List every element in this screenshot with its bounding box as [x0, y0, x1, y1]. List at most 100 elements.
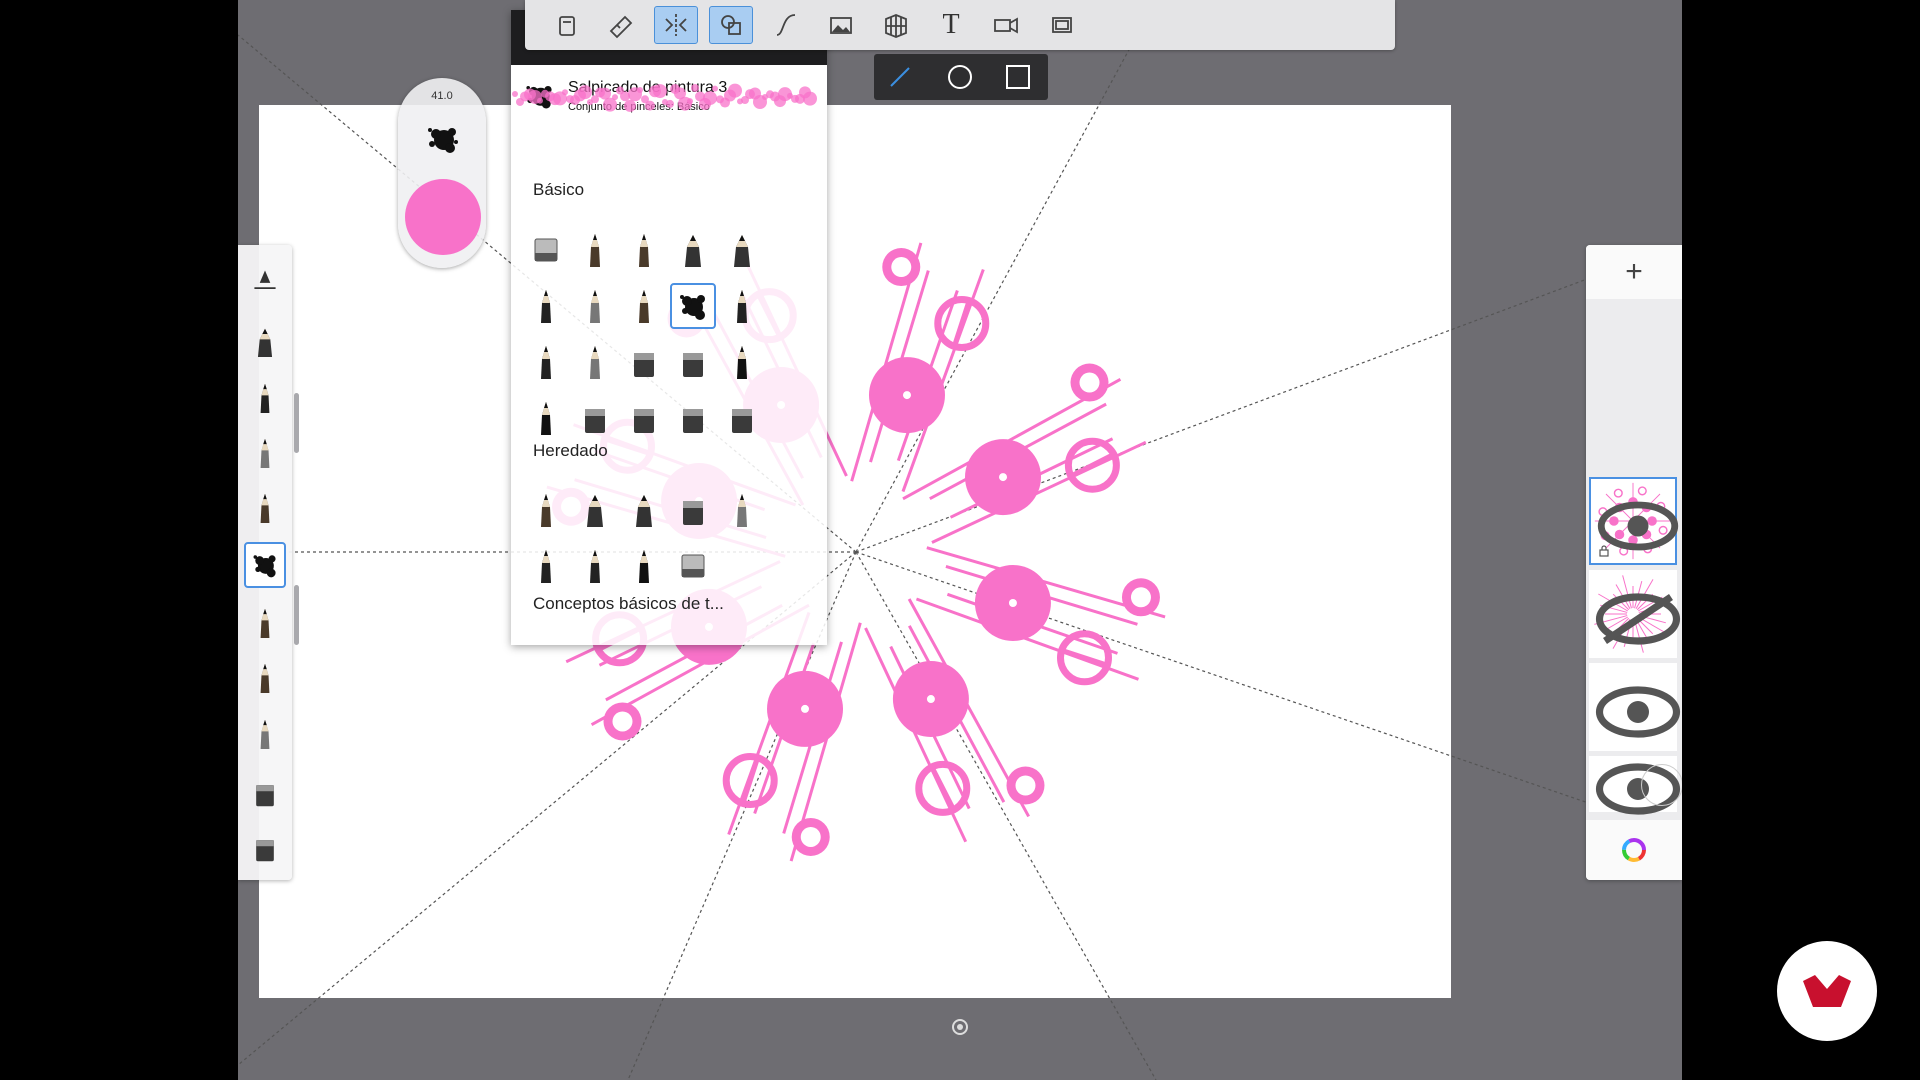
brush-item[interactable] — [670, 487, 716, 533]
shape-tool-button[interactable] — [709, 6, 753, 44]
brush-stroke-preview — [512, 83, 817, 112]
eye-icon[interactable] — [1594, 668, 1682, 756]
brush-item[interactable] — [670, 339, 716, 385]
background-color-dot — [1641, 764, 1682, 806]
app-workspace: 41.0 Biblioteca Configuración Salpicado … — [238, 0, 1682, 1080]
brush-item[interactable] — [719, 227, 765, 273]
favorite-brush-item[interactable] — [244, 430, 286, 476]
brush-icon — [541, 550, 551, 583]
layer-thumbnail-mandala[interactable] — [1589, 477, 1679, 565]
brush-icon — [541, 402, 551, 435]
lock-icon — [1599, 545, 1609, 557]
favorite-brush-item[interactable] — [244, 600, 286, 646]
brush-size-value[interactable]: 41.0 — [398, 90, 486, 102]
brush-item[interactable] — [670, 227, 716, 273]
brush-item[interactable] — [621, 283, 667, 329]
color-wheel-button[interactable] — [1586, 820, 1682, 880]
brush-item[interactable] — [523, 339, 569, 385]
strip-handle-top[interactable] — [294, 393, 299, 453]
brush-icon — [685, 235, 701, 267]
brush-item[interactable] — [670, 543, 716, 589]
brush-item[interactable] — [572, 283, 618, 329]
favorite-brush-item[interactable] — [244, 825, 286, 871]
line-icon — [890, 67, 910, 87]
brush-item[interactable] — [572, 543, 618, 589]
brush-icon — [680, 295, 705, 320]
brush-item[interactable] — [572, 487, 618, 533]
text-tool-button[interactable]: T — [929, 6, 973, 44]
brush-item[interactable] — [670, 395, 716, 441]
brush-item[interactable] — [523, 395, 569, 441]
eye-hidden-icon[interactable] — [1594, 575, 1682, 663]
brush-item[interactable] — [621, 395, 667, 441]
brush-section-title[interactable]: Conceptos básicos de t... — [533, 594, 724, 614]
layer-thumbnail-background[interactable] — [1589, 756, 1682, 815]
brush-icon — [734, 235, 750, 267]
brush-icon — [634, 409, 654, 433]
brush-item[interactable] — [621, 543, 667, 589]
brush-item[interactable] — [523, 283, 569, 329]
brush-icon — [585, 409, 605, 433]
brush-icon — [590, 234, 600, 267]
image-tool-button[interactable] — [819, 6, 863, 44]
brush-color-swatch[interactable] — [405, 179, 481, 255]
brush-item[interactable] — [621, 227, 667, 273]
curve-tool-button[interactable] — [764, 6, 808, 44]
brush-item[interactable] — [719, 487, 765, 533]
brush-icon — [260, 663, 270, 693]
brush-section-title[interactable]: Heredado — [533, 441, 608, 461]
favorite-brush-item[interactable] — [244, 711, 286, 757]
mandala-motif — [915, 546, 1166, 686]
brush-icon — [737, 346, 747, 379]
favorite-brush-item[interactable] — [244, 485, 286, 531]
brush-icon — [260, 383, 270, 413]
perspective-tool-button[interactable] — [874, 6, 918, 44]
layer-thumbnail-sketch[interactable] — [1589, 570, 1681, 658]
favorite-brush-item[interactable] — [244, 770, 286, 816]
brush-icon — [260, 719, 270, 749]
favorite-brush-item[interactable] — [244, 319, 286, 365]
slider-icon — [254, 270, 276, 290]
ruler-tool-button[interactable] — [599, 6, 643, 44]
brush-library-tool-button[interactable] — [545, 6, 589, 44]
brush-item[interactable] — [572, 339, 618, 385]
brush-item[interactable] — [621, 487, 667, 533]
brush-item[interactable] — [719, 395, 765, 441]
brush-item[interactable] — [523, 487, 569, 533]
brush-item[interactable] — [621, 339, 667, 385]
add-layer-button[interactable]: + — [1586, 245, 1682, 299]
brush-item[interactable] — [719, 339, 765, 385]
brush-item[interactable] — [572, 395, 618, 441]
rectangle-shape-button[interactable] — [1000, 61, 1036, 93]
favorite-brush-item[interactable] — [244, 655, 286, 701]
line-shape-button[interactable] — [882, 61, 918, 93]
brush-icon — [639, 234, 649, 267]
paint-splatter-icon — [428, 128, 458, 153]
layer-thumbnail-empty[interactable] — [1589, 663, 1681, 751]
fullscreen-tool-button[interactable] — [1040, 6, 1084, 44]
video-icon — [994, 17, 1018, 34]
ellipse-shape-button[interactable] — [942, 61, 978, 93]
brush-icon — [253, 555, 276, 578]
strip-handle-bottom[interactable] — [294, 585, 299, 645]
video-tool-button[interactable] — [984, 6, 1028, 44]
mandala-motif — [722, 611, 862, 862]
brush-opacity-slider[interactable] — [244, 259, 286, 305]
favorite-brush-item[interactable] — [244, 375, 286, 421]
brush-item[interactable] — [670, 283, 716, 329]
brush-item[interactable] — [719, 283, 765, 329]
brush-item[interactable] — [572, 227, 618, 273]
brush-section-title[interactable]: Básico — [533, 180, 584, 200]
text-icon: T — [942, 9, 960, 40]
shapes-icon — [721, 15, 741, 35]
brush-icon — [737, 494, 747, 527]
brush-library-icon — [559, 16, 575, 36]
brush-item[interactable] — [523, 543, 569, 589]
brush-puck: 41.0 — [398, 78, 486, 268]
color-wheel-icon — [1622, 838, 1646, 862]
symmetry-tool-button[interactable] — [654, 6, 698, 44]
rotate-handle-icon[interactable] — [951, 1018, 969, 1036]
brush-icon — [260, 608, 270, 638]
brush-item[interactable] — [523, 227, 569, 273]
favorite-brush-item[interactable] — [244, 542, 286, 588]
